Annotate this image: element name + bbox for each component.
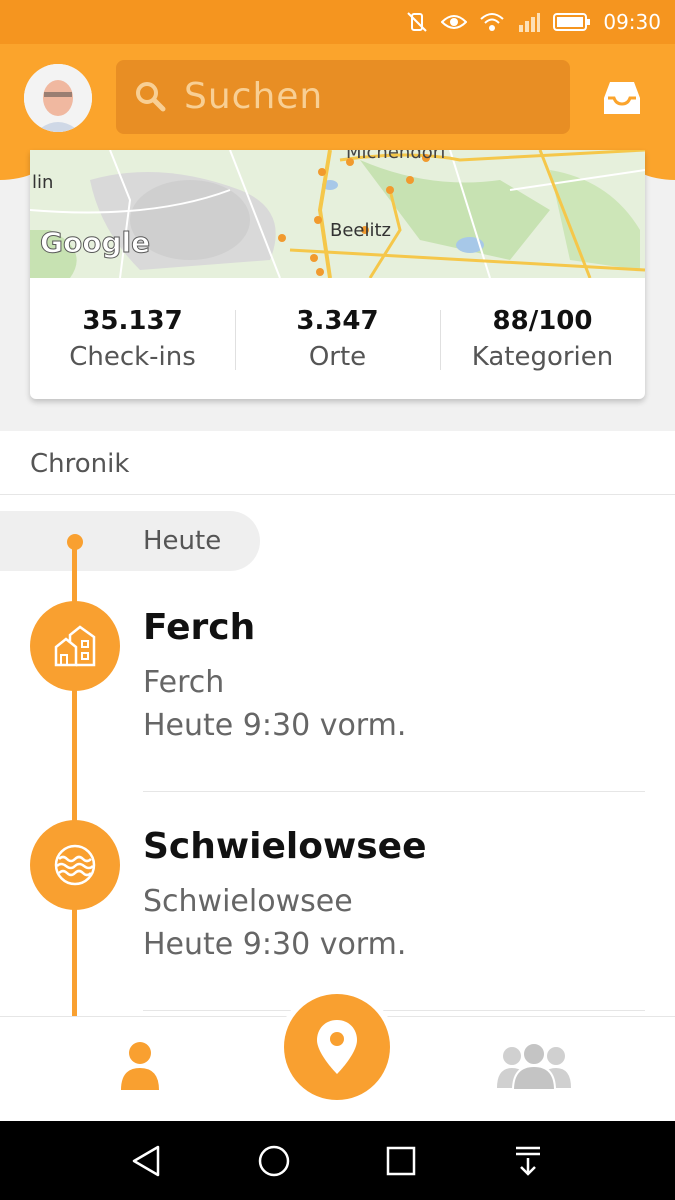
home-button[interactable] [254,1141,294,1181]
eye-icon [441,15,468,29]
signal-icon [519,13,541,32]
clock: 09:30 [603,10,661,34]
stat-checkins[interactable]: 35.137 Check-ins [30,278,235,399]
friends-tab-icon[interactable] [495,1042,573,1090]
location-pin-icon [317,1020,357,1074]
map-label-town-left: lin [32,172,54,193]
checkin-time: Heute 9:30 vorm. [143,708,407,743]
stat-label: Check-ins [69,342,196,372]
stat-label: Orte [308,342,367,372]
day-header: Heute [0,511,260,571]
profile-stats-card: Beelitz Michendorf lin Google 35.137 Che… [30,150,645,399]
checkin-place: Ferch [143,665,225,700]
wifi-icon [480,13,505,31]
stat-value: 35.137 [82,306,183,336]
status-bar: 09:30 [0,0,675,44]
timeline-section: Chronik Heute Ferch Ferch Heute 9:30 vor… [0,431,675,1022]
timeline-dot [67,534,83,550]
checkin-map[interactable]: Beelitz Michendorf lin Google [30,150,645,278]
notification-pull-button[interactable] [508,1141,548,1181]
map-label-town-top: Michendorf [346,150,447,163]
inbox-icon[interactable] [600,76,644,120]
checkin-title: Ferch [143,607,256,648]
town-icon [30,601,120,691]
divider [0,494,675,495]
stats-row: 35.137 Check-ins 3.347 Orte 88/100 Kateg… [30,278,645,399]
checkin-place: Schwielowsee [143,884,353,919]
item-divider [143,1010,645,1011]
section-title: Chronik [30,449,130,479]
stat-categories[interactable]: 88/100 Kategorien [440,278,645,399]
google-logo: Google [39,226,151,260]
system-navigation-bar [0,1121,675,1200]
lake-icon [30,820,120,910]
checkin-time: Heute 9:30 vorm. [143,927,407,962]
home-icon [258,1145,290,1177]
recents-button[interactable] [381,1141,421,1181]
profile-tab-icon[interactable] [118,1040,162,1090]
back-button[interactable] [126,1141,166,1181]
day-label: Heute [143,526,222,556]
map-label-town: Beelitz [330,220,392,241]
pull-down-icon [516,1146,540,1176]
checkin-button[interactable] [284,994,390,1100]
search-field[interactable]: Suchen [116,60,570,134]
muted-vibrate-icon [407,12,428,32]
avatar[interactable] [24,64,92,132]
stat-value: 3.347 [296,306,379,336]
item-divider [143,791,645,792]
checkin-item[interactable]: Ferch Ferch Heute 9:30 vorm. [0,601,675,821]
checkin-title: Schwielowsee [143,826,427,867]
battery-icon [553,13,591,31]
stat-label: Kategorien [471,342,614,372]
back-icon [132,1145,160,1177]
search-placeholder: Suchen [184,76,324,117]
stat-places[interactable]: 3.347 Orte [235,278,440,399]
checkin-item[interactable]: Schwielowsee Schwielowsee Heute 9:30 vor… [0,820,675,1020]
search-icon [136,82,166,112]
stat-value: 88/100 [492,306,593,336]
recents-icon [386,1146,416,1176]
